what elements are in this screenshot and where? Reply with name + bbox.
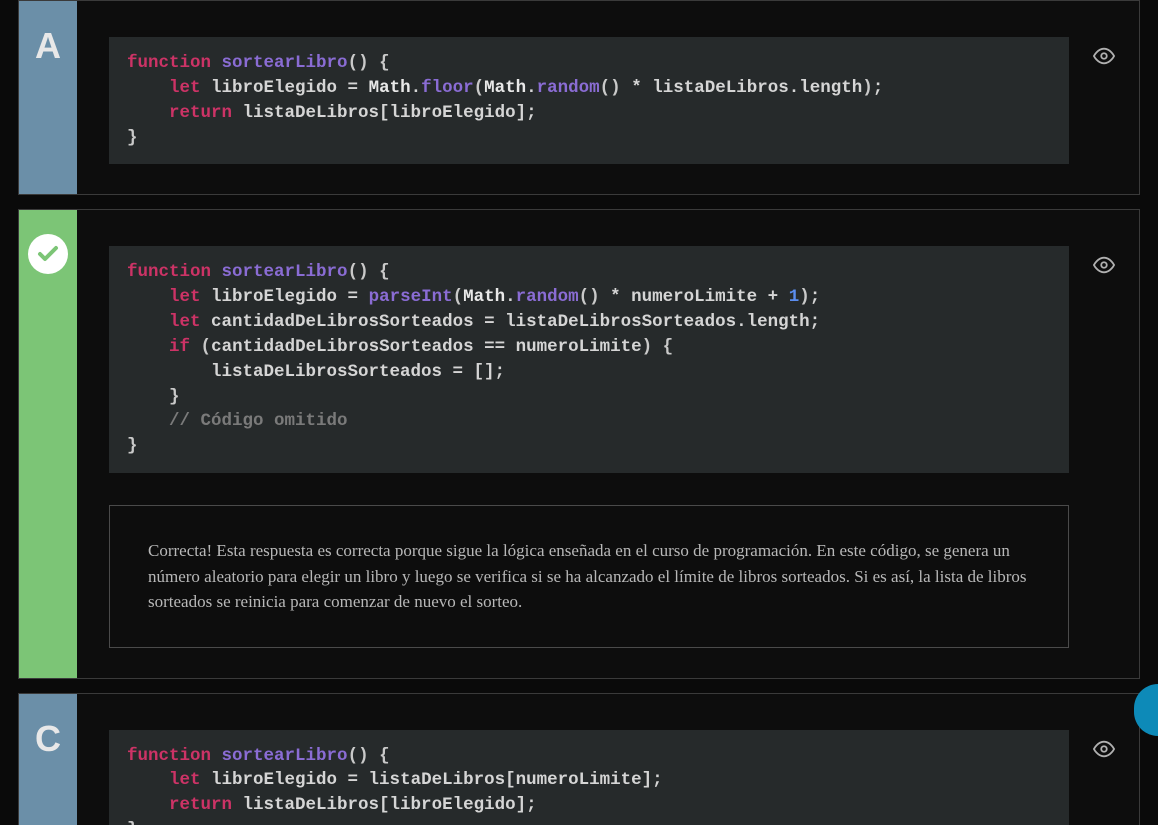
answer-option-c[interactable]: C function sortearLibro() { let libroEle…	[18, 693, 1140, 825]
answer-letter: C	[35, 718, 61, 760]
answer-letter: A	[35, 25, 61, 67]
answer-option-a[interactable]: A function sortearLibro() { let libroEle…	[18, 0, 1140, 195]
answer-body: function sortearLibro() { let libroElegi…	[77, 694, 1139, 825]
answer-sidebar-a: A	[19, 1, 77, 194]
code-block: function sortearLibro() { let libroElegi…	[109, 730, 1069, 825]
eye-icon[interactable]	[1093, 254, 1115, 281]
check-icon	[28, 234, 68, 274]
answer-sidebar-c: C	[19, 694, 77, 825]
feedback-box: Correcta! Esta respuesta es correcta por…	[109, 505, 1069, 648]
answer-sidebar-b	[19, 210, 77, 677]
code-block: function sortearLibro() { let libroElegi…	[109, 246, 1069, 473]
answer-option-b[interactable]: function sortearLibro() { let libroElegi…	[18, 209, 1140, 678]
eye-icon[interactable]	[1093, 738, 1115, 765]
answer-body: function sortearLibro() { let libroElegi…	[77, 210, 1139, 677]
answer-body: function sortearLibro() { let libroElegi…	[77, 1, 1139, 194]
code-block: function sortearLibro() { let libroElegi…	[109, 37, 1069, 164]
eye-icon[interactable]	[1093, 45, 1115, 72]
